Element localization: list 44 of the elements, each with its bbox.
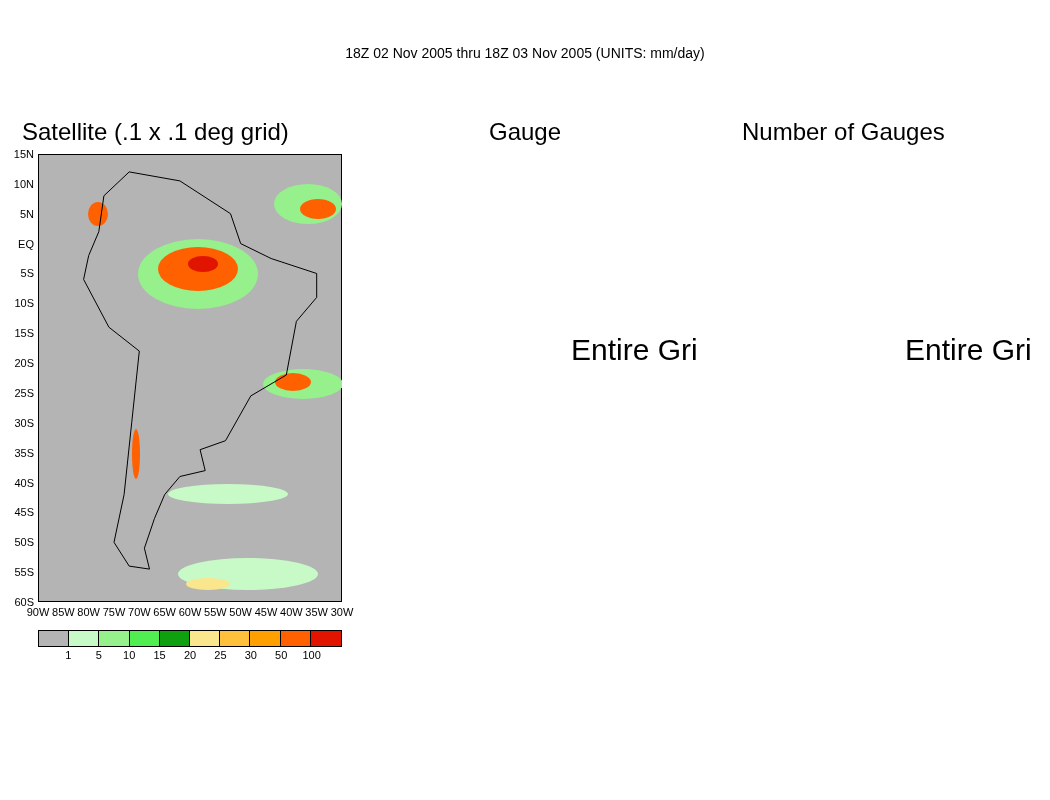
latitude-label: 15S <box>13 327 34 340</box>
latitude-label: 30S <box>13 416 34 429</box>
latitude-label: 45S <box>13 506 34 519</box>
longitude-label: 70W <box>127 606 152 618</box>
latitude-label: 50S <box>13 536 34 549</box>
panel-title: Number of Gauges <box>742 118 946 146</box>
longitude-label: 50W <box>228 606 253 618</box>
latitude-label: 40S <box>13 476 34 489</box>
longitude-label: 90W <box>25 606 51 618</box>
latitude-label: 55S <box>13 566 34 579</box>
legend-label: 25 <box>213 649 228 661</box>
latitude-label: 15N <box>12 148 34 160</box>
latitude-label: 25S <box>13 386 34 399</box>
latitude-label: 35S <box>13 446 34 459</box>
longitude-label: 80W <box>76 606 101 618</box>
legend-label: 5 <box>94 649 103 661</box>
legend-label: 1 <box>64 649 73 661</box>
no-data-message: Entire Gri <box>905 333 1033 367</box>
latitude-label: EQ <box>17 237 34 250</box>
legend-label: 20 <box>182 649 198 661</box>
longitude-label: 85W <box>51 606 76 618</box>
latitude-label: 10N <box>12 177 34 190</box>
legend-label: 50 <box>274 649 289 661</box>
longitude-label: 75W <box>101 606 127 618</box>
legend-label: 30 <box>243 649 258 661</box>
legend-label: 100 <box>301 649 322 661</box>
no-data-message: Entire Gri <box>571 333 699 367</box>
longitude-label: 65W <box>152 606 177 618</box>
panel-title: Gauge <box>489 118 563 146</box>
longitude-label: 60W <box>177 606 203 618</box>
latitude-label: 60S <box>13 596 34 608</box>
panel-title: Satellite (.1 x .1 deg grid) <box>22 118 290 146</box>
plot-title: 18Z 02 Nov 2005 thru 18Z 03 Nov 2005 (UNITS: mm/day) <box>345 44 705 62</box>
legend-label: 15 <box>152 649 167 661</box>
longitude-label: 30W <box>329 606 355 618</box>
latitude-label: 20S <box>13 357 34 370</box>
longitude-label: 45W <box>253 606 279 618</box>
legend-label: 10 <box>122 649 137 661</box>
latitude-label: 5N <box>18 207 34 220</box>
latitude-label: 10S <box>13 297 34 310</box>
longitude-label: 55W <box>203 606 228 618</box>
longitude-label: 35W <box>304 606 329 618</box>
longitude-label: 40W <box>279 606 304 618</box>
latitude-label: 5S <box>19 267 34 280</box>
